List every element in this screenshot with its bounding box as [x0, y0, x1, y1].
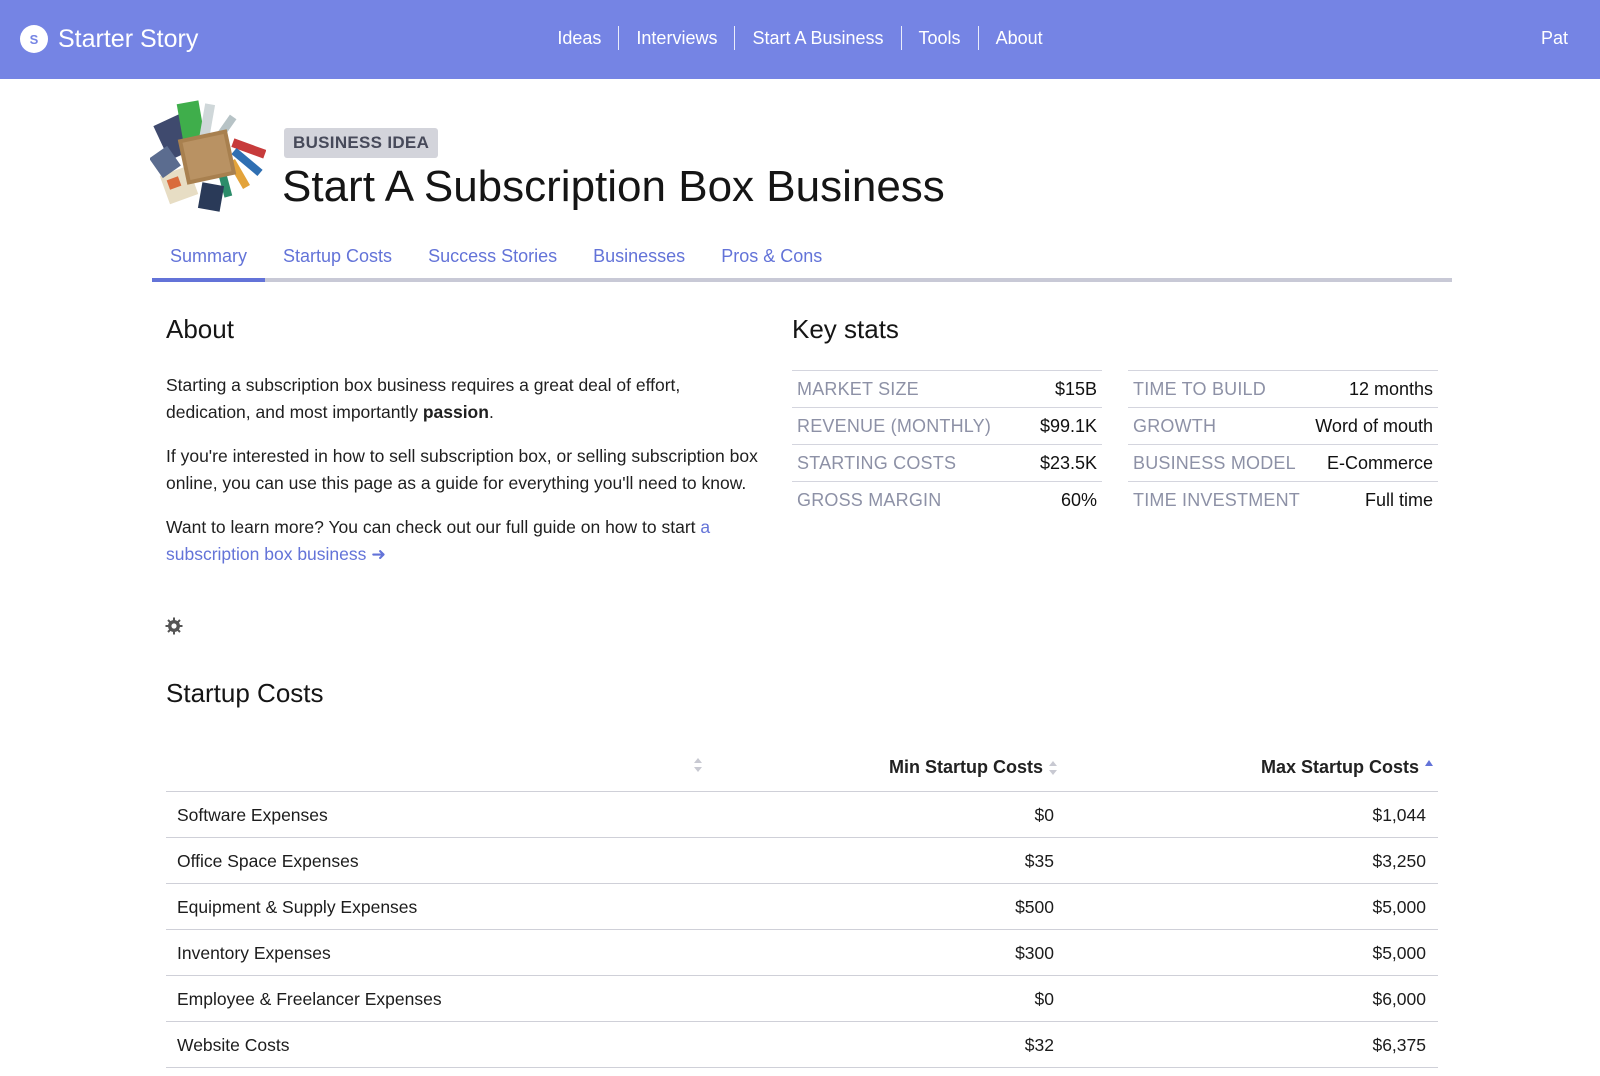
table-row: Equipment & Supply Expenses $500 $5,000: [166, 884, 1438, 930]
stat-row: GROWTH Word of mouth: [1128, 407, 1438, 444]
stat-value: $23.5K: [1039, 452, 1097, 473]
about-p1-end: .: [488, 402, 494, 422]
stat-value: $99.1K: [1039, 415, 1097, 436]
cost-min: $0: [1034, 805, 1054, 825]
stat-value: 12 months: [1348, 378, 1433, 399]
gear-icon[interactable]: [165, 617, 183, 635]
key-stats-left: MARKET SIZE $15B REVENUE (MONTHLY) $99.1K …: [792, 370, 1102, 518]
about-paragraph-2: If you're interested in how to sell subs…: [166, 446, 758, 493]
cost-max: $1,044: [1372, 805, 1426, 825]
sort-name-button[interactable]: [688, 756, 703, 779]
tab-businesses[interactable]: Businesses: [575, 236, 703, 278]
nav-link-start-a-business[interactable]: Start A Business: [735, 26, 902, 50]
cost-min: $35: [1024, 851, 1054, 871]
table-row: Office Space Expenses $35 $3,250: [166, 838, 1438, 884]
subscription-box-illustration: [150, 100, 266, 212]
stat-label: GROSS MARGIN: [797, 489, 942, 510]
stat-row: REVENUE (MONTHLY) $99.1K: [792, 407, 1102, 444]
stat-row: TIME TO BUILD 12 months: [1128, 370, 1438, 407]
startup-costs-heading: Startup Costs: [166, 678, 324, 708]
startup-costs-table: Min Startup Costs Max Startup Costs Soft…: [166, 742, 1438, 1068]
cost-max: $5,000: [1372, 897, 1426, 917]
nav-links: Ideas Interviews Start A Business Tools …: [0, 26, 1600, 50]
arrow-right-icon: ➜: [371, 544, 386, 564]
stat-row: GROSS MARGIN 60%: [792, 481, 1102, 518]
stat-value: 60%: [1060, 489, 1097, 510]
stat-label: STARTING COSTS: [797, 452, 957, 473]
column-header-min: Min Startup Costs: [888, 757, 1043, 777]
nav-link-interviews[interactable]: Interviews: [619, 26, 736, 50]
user-menu[interactable]: Pat: [1541, 28, 1568, 49]
about-p3-text: Want to learn more? You can check out ou…: [166, 517, 701, 537]
sort-min-costs-button[interactable]: Min Startup Costs: [889, 757, 1058, 778]
tab-success-stories[interactable]: Success Stories: [410, 236, 575, 278]
cost-max: $6,375: [1372, 1035, 1426, 1055]
sort-ascending-icon: [1425, 759, 1433, 766]
table-row: Software Expenses $0 $1,044: [166, 792, 1438, 838]
table-header: Min Startup Costs Max Startup Costs: [166, 742, 1438, 792]
cost-max: $3,250: [1372, 851, 1426, 871]
stat-value: E-Commerce: [1326, 452, 1433, 473]
cost-min: $32: [1024, 1035, 1054, 1055]
top-navbar: S Starter Story Ideas Interviews Start A…: [0, 0, 1600, 79]
key-stats-right: TIME TO BUILD 12 months GROWTH Word of mou…: [1128, 370, 1438, 518]
page-title: Start A Subscription Box Business: [282, 162, 945, 211]
stat-label: TIME TO BUILD: [1133, 378, 1266, 399]
column-header-max: Max Startup Costs: [1260, 757, 1419, 777]
about-p1-bold: passion: [422, 402, 489, 422]
stat-value: Word of mouth: [1315, 415, 1433, 436]
stat-row: MARKET SIZE $15B: [792, 370, 1102, 407]
cost-min: $0: [1034, 989, 1054, 1009]
about-paragraph-3: Want to learn more? You can check out ou…: [166, 514, 766, 568]
cost-name: Equipment & Supply Expenses: [177, 897, 418, 917]
cost-max: $6,000: [1372, 989, 1426, 1009]
sort-max-costs-button[interactable]: Max Startup Costs: [1261, 757, 1434, 778]
nav-link-about[interactable]: About: [979, 26, 1060, 50]
cost-name: Software Expenses: [177, 805, 328, 825]
category-badge: BUSINESS IDEA: [284, 128, 439, 158]
key-stats-heading: Key stats: [792, 314, 899, 344]
stat-value: $15B: [1054, 378, 1097, 399]
cost-name: Website Costs: [177, 1035, 290, 1055]
stat-row: STARTING COSTS $23.5K: [792, 444, 1102, 481]
stat-label: GROWTH: [1133, 415, 1217, 436]
cost-name: Employee & Freelancer Expenses: [177, 989, 442, 1009]
table-row: Employee & Freelancer Expenses $0 $6,000: [166, 976, 1438, 1022]
sort-icon: [1049, 760, 1057, 775]
tab-startup-costs[interactable]: Startup Costs: [265, 236, 410, 278]
stat-value: Full time: [1364, 489, 1433, 510]
table-row: Website Costs $32 $6,375: [166, 1022, 1438, 1068]
cost-min: $300: [1015, 943, 1054, 963]
nav-link-tools[interactable]: Tools: [902, 26, 979, 50]
stat-label: MARKET SIZE: [797, 378, 919, 399]
stat-row: TIME INVESTMENT Full time: [1128, 481, 1438, 518]
stat-row: BUSINESS MODEL E-Commerce: [1128, 444, 1438, 481]
stat-label: REVENUE (MONTHLY): [797, 415, 992, 436]
cost-max: $5,000: [1372, 943, 1426, 963]
tab-pros-cons[interactable]: Pros & Cons: [703, 236, 840, 278]
stat-label: TIME INVESTMENT: [1133, 489, 1301, 510]
about-text: Starting a subscription box business req…: [166, 372, 766, 585]
cost-name: Office Space Expenses: [177, 851, 359, 871]
stat-label: BUSINESS MODEL: [1133, 452, 1296, 473]
about-paragraph-1: Starting a subscription box business req…: [166, 372, 766, 426]
sort-icon: [694, 758, 702, 772]
table-row: Inventory Expenses $300 $5,000: [166, 930, 1438, 976]
section-tabs: Summary Startup Costs Success Stories Bu…: [152, 236, 1452, 282]
cost-name: Inventory Expenses: [177, 943, 331, 963]
tab-summary[interactable]: Summary: [152, 236, 266, 282]
cost-min: $500: [1015, 897, 1054, 917]
nav-link-ideas[interactable]: Ideas: [540, 26, 620, 50]
about-heading: About: [166, 314, 234, 344]
